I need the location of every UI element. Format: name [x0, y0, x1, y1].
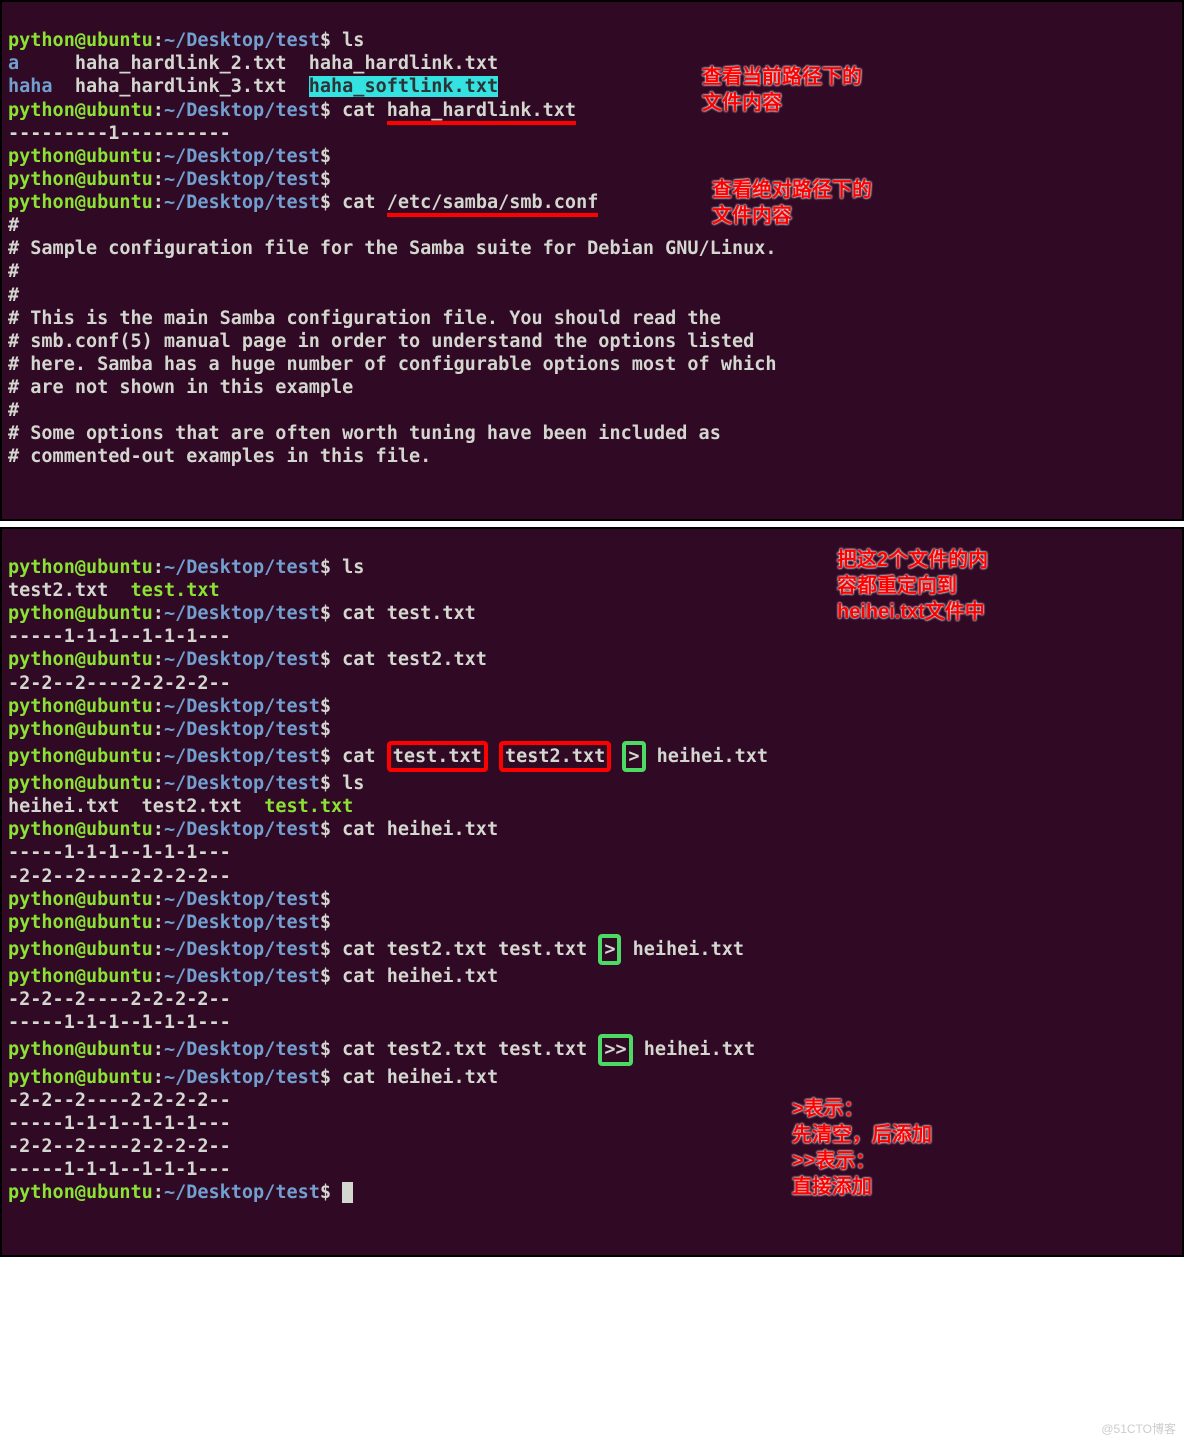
smb-line: # This is the main Samba configuration f…: [8, 308, 721, 329]
cmd-cat-both: cat: [331, 746, 387, 767]
prompt-sep: :: [153, 30, 164, 51]
annotation-operators: >表示： 先清空，后添加 >>表示： 直接添加: [792, 1096, 992, 1200]
watermark: @51CTO博客: [1101, 1420, 1176, 1437]
append-op: >>: [598, 1034, 632, 1065]
smb-line: # Sample configuration file for the Samb…: [8, 238, 777, 259]
heihei3-out4: -----1-1-1--1-1-1---: [8, 1159, 231, 1180]
ls-item-hl3: haha_hardlink_3.txt: [75, 76, 287, 97]
cmd-cat2: cat: [331, 192, 387, 213]
ls-item-haha: haha: [8, 76, 53, 97]
heihei2-out1: -2-2--2----2-2-2-2--: [8, 989, 231, 1010]
cursor: [342, 1182, 353, 1203]
terminal-screenshot-2: python@ubuntu:~/Desktop/test$ ls test2.t…: [0, 527, 1184, 1257]
cat-test-output: -----1-1-1--1-1-1---: [8, 626, 231, 647]
heihei-out2: -2-2--2----2-2-2-2--: [8, 866, 231, 887]
heihei3-out2: -----1-1-1--1-1-1---: [8, 1113, 231, 1134]
ls-item-hl: haha_hardlink.txt: [309, 53, 498, 74]
heihei2-out2: -----1-1-1--1-1-1---: [8, 1012, 231, 1033]
cmd-cat-heihei3: cat heihei.txt: [331, 1067, 498, 1088]
heihei-out1: -----1-1-1--1-1-1---: [8, 842, 231, 863]
heihei3-out3: -2-2--2----2-2-2-2--: [8, 1136, 231, 1157]
cmd-ls2: ls: [331, 773, 364, 794]
redirect-target: heihei.txt: [646, 746, 769, 767]
smb-line: #: [8, 400, 19, 421]
smb-line: # commented-out examples in this file.: [8, 446, 431, 467]
prompt-user: python@ubuntu: [8, 30, 153, 51]
smb-line: # Some options that are often worth tuni…: [8, 423, 721, 444]
redirect-file1: test.txt: [387, 741, 488, 772]
cmd-cat-heihei2: cat heihei.txt: [331, 966, 498, 987]
smb-line: # here. Samba has a huge number of confi…: [8, 354, 777, 375]
ls2-item-test2: test2.txt: [142, 796, 242, 817]
cmd-cat-append: cat test2.txt test.txt: [331, 1039, 598, 1060]
redirect-target-rev: heihei.txt: [621, 939, 744, 960]
cmd-cat-heihei: cat heihei.txt: [331, 819, 498, 840]
terminal-screenshot-1: python@ubuntu:~/Desktop/test$ ls a haha_…: [0, 0, 1184, 521]
annotation-absolute-path: 查看绝对路径下的文件内容: [712, 177, 872, 229]
redirect-file2: test2.txt: [499, 741, 611, 772]
ls-item-hl2: haha_hardlink_2.txt: [75, 53, 287, 74]
ls2-item-heihei: heihei.txt: [8, 796, 119, 817]
redirect-op: >: [622, 741, 645, 772]
cat2-file: /etc/samba/smb.conf: [387, 192, 599, 217]
cmd-cat-rev: cat test2.txt test.txt: [331, 939, 598, 960]
annotation-current-path: 查看当前路径下的文件内容: [702, 64, 862, 116]
annotation-redirect: 把这2个文件的内容都重定向到heihei.txt文件中: [837, 547, 997, 625]
append-target: heihei.txt: [633, 1039, 756, 1060]
ls-item-test: test.txt: [131, 580, 220, 601]
smb-line: # are not shown in this example: [8, 377, 353, 398]
cat1-output: ---------1----------: [8, 123, 231, 144]
prompt-path: ~/Desktop/test: [164, 30, 320, 51]
smb-line: #: [8, 285, 19, 306]
cmd-cat1: cat: [331, 100, 387, 121]
cat-test2-output: -2-2--2----2-2-2-2--: [8, 673, 231, 694]
heihei3-out1: -2-2--2----2-2-2-2--: [8, 1090, 231, 1111]
ls-item-test2: test2.txt: [8, 580, 108, 601]
ls-item-softlink: haha_softlink.txt: [309, 76, 498, 97]
cmd-cat-test2: cat test2.txt: [331, 649, 487, 670]
redirect-op-rev: >: [598, 934, 621, 965]
ls2-item-test: test.txt: [264, 796, 353, 817]
cat1-file: haha_hardlink.txt: [387, 100, 576, 125]
smb-line: #: [8, 261, 19, 282]
smb-line: # smb.conf(5) manual page in order to un…: [8, 331, 754, 352]
ls-item-a: a: [8, 53, 19, 74]
cmd-ls: ls: [331, 30, 364, 51]
cmd-ls: ls: [331, 557, 364, 578]
cmd-cat-test: cat test.txt: [331, 603, 476, 624]
smb-line: #: [8, 215, 19, 236]
prompt-dollar: $: [320, 30, 331, 51]
